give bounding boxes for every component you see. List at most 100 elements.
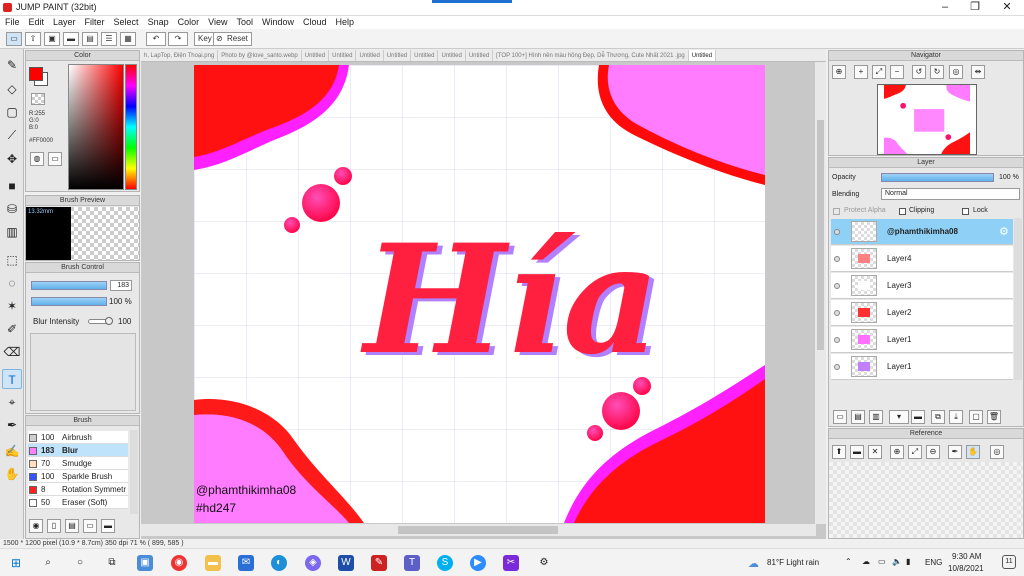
hand-tool-icon[interactable]: ✋ bbox=[2, 464, 22, 484]
maximize-icon[interactable]: ❐ bbox=[960, 0, 990, 16]
comment-icon[interactable]: ▬ bbox=[63, 32, 79, 46]
layer-settings-icon[interactable]: ⚙ bbox=[999, 225, 1009, 238]
document-tab[interactable]: Untitled bbox=[438, 50, 466, 61]
delete-layer-icon[interactable]: 🗑 bbox=[987, 410, 1001, 424]
reference-hand-icon[interactable]: ✋ bbox=[966, 445, 980, 459]
brush-list-item[interactable]: 50 Eraser (Soft) bbox=[28, 496, 128, 509]
brush-list-scrollbar[interactable] bbox=[130, 430, 138, 514]
clipping-checkbox[interactable] bbox=[899, 208, 906, 215]
search-icon[interactable]: ⌕ bbox=[40, 555, 56, 571]
reference-zoom-out-icon[interactable]: ⊖ bbox=[926, 445, 940, 459]
divide-tool-icon[interactable]: ⌖ bbox=[2, 392, 22, 412]
rectangle-tool-icon[interactable]: ▢ bbox=[2, 102, 22, 122]
reference-upload-icon[interactable]: ⬆ bbox=[832, 445, 846, 459]
layer-folder-icon[interactable]: ▬ bbox=[911, 410, 925, 424]
grid-icon[interactable]: ▦ bbox=[120, 32, 136, 46]
foreground-color-swatch[interactable] bbox=[29, 67, 43, 81]
protect-alpha-checkbox[interactable] bbox=[833, 208, 840, 215]
new-8bit-layer-icon[interactable]: ▥ bbox=[869, 410, 883, 424]
store-icon[interactable]: ▣ bbox=[137, 555, 153, 571]
reference-close-icon[interactable]: ✕ bbox=[868, 445, 882, 459]
bucket-tool-icon[interactable]: ⛁ bbox=[2, 199, 22, 219]
rotate-right-icon[interactable]: ↻ bbox=[930, 65, 944, 79]
brush-list-item[interactable]: 183 Blur bbox=[28, 444, 128, 457]
magic-wand-icon[interactable]: ✶ bbox=[2, 296, 22, 316]
brush-page-icon[interactable]: ▭ bbox=[83, 519, 97, 533]
brush-folder-icon[interactable]: ▬ bbox=[101, 519, 115, 533]
notification-badge[interactable]: 11 bbox=[1002, 555, 1016, 569]
reference-folder-icon[interactable]: ▬ bbox=[850, 445, 864, 459]
layer-row[interactable]: Layer4 bbox=[831, 246, 1013, 272]
tray-chevron-icon[interactable]: ⌃ bbox=[845, 557, 852, 566]
brush-list-item[interactable]: 100 Sparkle Brush bbox=[28, 470, 128, 483]
brush-opacity-slider[interactable] bbox=[31, 297, 107, 306]
redo-icon[interactable]: ↷ bbox=[168, 32, 188, 46]
skype-icon[interactable]: S bbox=[437, 555, 453, 571]
navigator-thumbnail[interactable] bbox=[877, 84, 977, 155]
edge-icon[interactable]: ◐ bbox=[271, 555, 287, 571]
layer-type-dropdown[interactable]: ▾ bbox=[889, 410, 909, 424]
brush-list-item[interactable]: 70 Smudge bbox=[28, 457, 128, 470]
windows-start-icon[interactable]: ⊞ bbox=[8, 555, 24, 571]
capcut-icon[interactable]: ✂ bbox=[503, 555, 519, 571]
reference-eyedropper-icon[interactable]: ✒ bbox=[948, 445, 962, 459]
select-eraser-icon[interactable]: ⌫ bbox=[2, 342, 22, 362]
language-indicator[interactable]: ENG bbox=[925, 558, 942, 567]
reference-zoom-in-icon[interactable]: ⊕ bbox=[890, 445, 904, 459]
layer-list-scrollbar[interactable] bbox=[1014, 218, 1022, 380]
document-tab[interactable]: Photo by @love_santo.webp bbox=[218, 50, 302, 61]
layer-visibility-icon[interactable] bbox=[834, 256, 840, 262]
layer-visibility-icon[interactable] bbox=[834, 283, 840, 289]
document-tab[interactable]: Untitled bbox=[384, 50, 412, 61]
layer-visibility-icon[interactable] bbox=[834, 364, 840, 370]
layer-row[interactable]: Layer2 bbox=[831, 300, 1013, 326]
volume-icon[interactable]: 🔈 bbox=[892, 557, 902, 566]
vertical-scroll-thumb[interactable] bbox=[817, 120, 824, 350]
color-history-icon[interactable]: ▭ bbox=[48, 152, 62, 166]
layer-visibility-icon[interactable] bbox=[834, 229, 840, 235]
zoom-window-icon[interactable]: ⤢ bbox=[872, 65, 886, 79]
list-icon[interactable]: ☰ bbox=[101, 32, 117, 46]
menu-item[interactable]: Color bbox=[178, 16, 200, 29]
settings-gear-icon[interactable]: ⚙ bbox=[536, 555, 552, 571]
copy-layer-icon[interactable]: ⧉ bbox=[931, 410, 945, 424]
reset-rotation-icon[interactable]: ◎ bbox=[949, 65, 963, 79]
blending-select[interactable]: Normal bbox=[881, 188, 1020, 200]
weather-text[interactable]: 81°F Light rain bbox=[767, 558, 819, 567]
menu-item[interactable]: Filter bbox=[85, 16, 105, 29]
new-brush-icon[interactable]: ◉ bbox=[29, 519, 43, 533]
jump-paint-taskbar-icon[interactable]: ✎ bbox=[371, 555, 387, 571]
pen-tool-icon[interactable]: ✎ bbox=[2, 55, 22, 75]
brush-list-item[interactable]: 8 Rotation Symmetr bbox=[28, 483, 128, 496]
reference-canvas[interactable] bbox=[829, 462, 1023, 538]
document-tab[interactable]: Untitled bbox=[466, 50, 494, 61]
zoom-out-icon[interactable]: − bbox=[890, 65, 904, 79]
network-icon[interactable]: ▭ bbox=[878, 557, 886, 566]
document-tab[interactable]: Untitled bbox=[329, 50, 357, 61]
clock-date[interactable]: 10/8/2021 bbox=[948, 564, 984, 573]
layer-visibility-icon[interactable] bbox=[834, 337, 840, 343]
reference-fit-icon[interactable]: ⤢ bbox=[908, 445, 922, 459]
teams-icon[interactable]: T bbox=[404, 555, 420, 571]
lasso-tool-icon[interactable]: ◌ bbox=[2, 273, 22, 293]
reference-reset-icon[interactable]: ◎ bbox=[990, 445, 1004, 459]
transparent-swatch[interactable] bbox=[31, 93, 45, 105]
clock-time[interactable]: 9:30 AM bbox=[952, 552, 981, 561]
lock-checkbox[interactable] bbox=[962, 208, 969, 215]
new-layer-icon[interactable]: ▭ bbox=[833, 410, 847, 424]
document-tab[interactable]: Untitled bbox=[302, 50, 330, 61]
copy-brush-icon[interactable]: ▯ bbox=[47, 519, 61, 533]
reset-button[interactable]: ⊘ Reset bbox=[213, 32, 252, 46]
onedrive-icon[interactable]: ☁ bbox=[862, 557, 870, 566]
layer-row[interactable]: Layer1 bbox=[831, 354, 1013, 380]
menu-item[interactable]: Cloud bbox=[303, 16, 327, 29]
move-tool-icon[interactable]: ✥ bbox=[2, 149, 22, 169]
brush-size-slider[interactable] bbox=[31, 281, 107, 290]
zoom-app-icon[interactable]: ▶ bbox=[470, 555, 486, 571]
fill-rect-tool-icon[interactable]: ■ bbox=[2, 176, 22, 196]
zoom-fit-icon[interactable]: ⊕ bbox=[832, 65, 846, 79]
menu-item[interactable]: Window bbox=[262, 16, 294, 29]
save-icon[interactable]: ▣ bbox=[44, 32, 60, 46]
layer-visibility-icon[interactable] bbox=[834, 310, 840, 316]
document-tab[interactable]: h, LapTop, Điện Thoại.png bbox=[141, 50, 219, 61]
